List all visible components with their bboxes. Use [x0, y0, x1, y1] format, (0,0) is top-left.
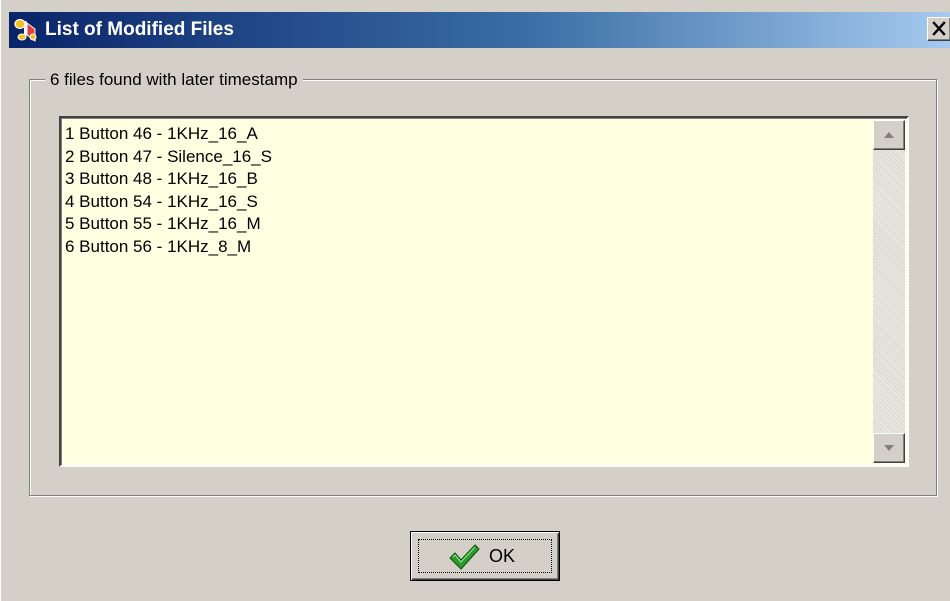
green-checkmark-icon [449, 544, 480, 570]
modified-files-list[interactable]: 1 Button 46 - 1KHz_16_A 2 Button 47 - Si… [59, 116, 909, 467]
list-item[interactable]: 5 Button 55 - 1KHz_16_M [65, 213, 272, 236]
list-item[interactable]: 6 Button 56 - 1KHz_8_M [65, 236, 272, 259]
ok-button-label: OK [489, 546, 516, 566]
vertical-scrollbar[interactable] [873, 120, 905, 463]
list-item[interactable]: 4 Button 54 - 1KHz_16_S [65, 191, 272, 214]
close-x-icon [932, 21, 946, 36]
group-label: 6 files found with later timestamp [45, 69, 303, 91]
window-title: List of Modified Files [45, 19, 234, 40]
title-bar[interactable]: List of Modified Files [9, 12, 950, 48]
triangle-down-icon [884, 445, 894, 451]
triangle-up-icon [884, 132, 894, 138]
focus-rectangle [418, 539, 552, 573]
ok-button[interactable]: OK [410, 531, 560, 581]
music-notes-app-icon [13, 17, 39, 43]
scroll-up-button[interactable] [873, 120, 905, 150]
modified-files-dialog: List of Modified Files 6 files found wit… [0, 0, 950, 601]
list-item[interactable]: 2 Button 47 - Silence_16_S [65, 146, 272, 169]
file-list-items: 1 Button 46 - 1KHz_16_A 2 Button 47 - Si… [65, 123, 272, 258]
list-item[interactable]: 1 Button 46 - 1KHz_16_A [65, 123, 272, 146]
close-button[interactable] [927, 17, 950, 41]
scroll-down-button[interactable] [873, 433, 905, 463]
list-item[interactable]: 3 Button 48 - 1KHz_16_B [65, 168, 272, 191]
